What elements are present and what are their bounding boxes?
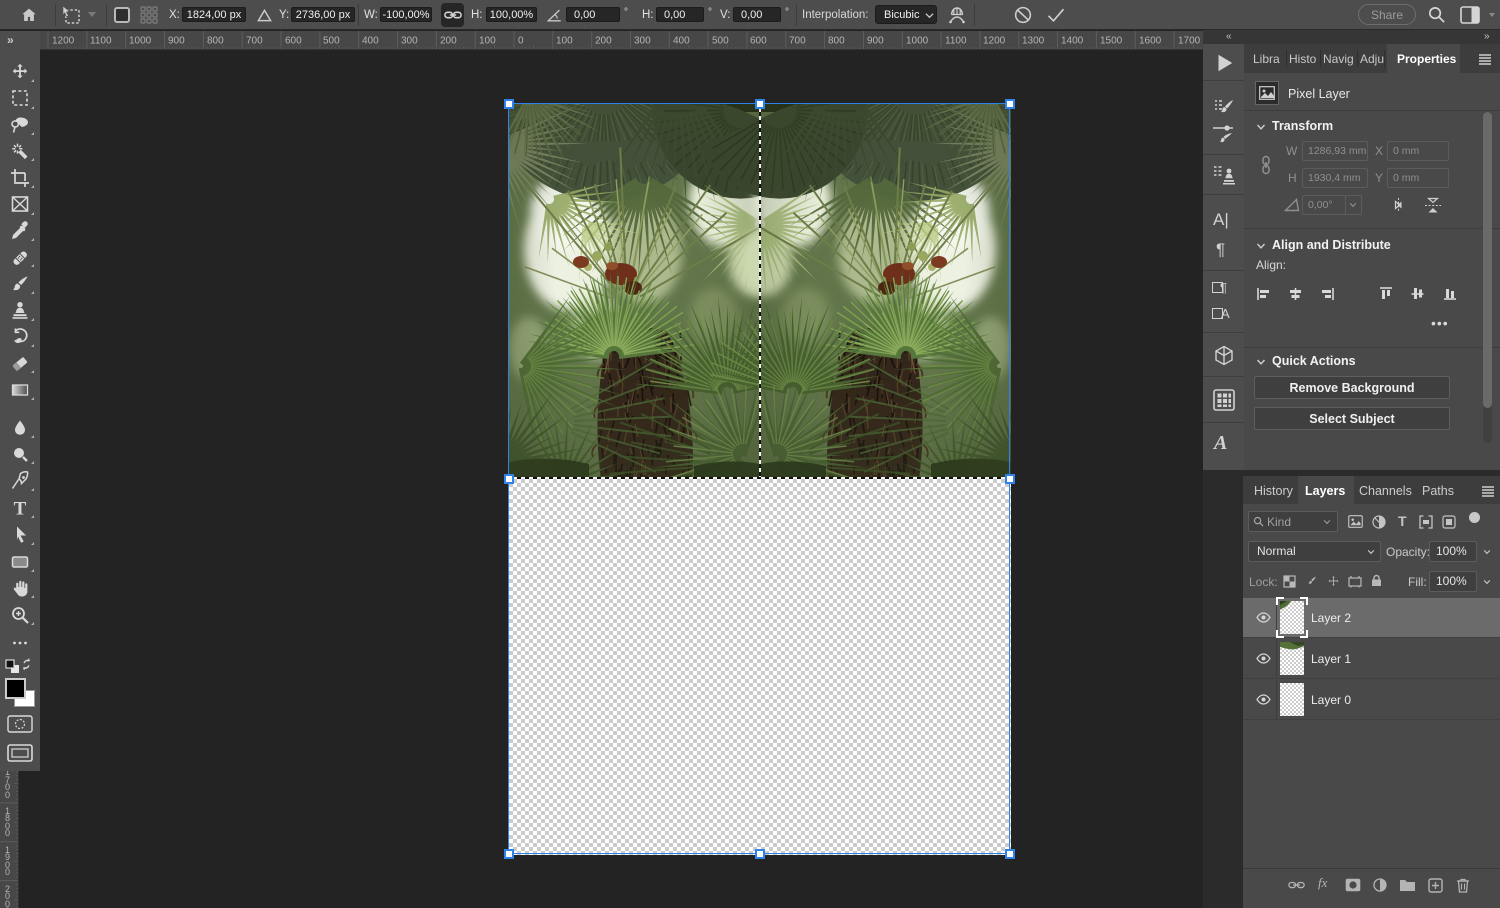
svg-text:1000: 1000: [129, 36, 152, 47]
svg-text:1400: 1400: [1061, 36, 1084, 47]
svg-text:600: 600: [750, 36, 767, 47]
svg-text:900: 900: [867, 36, 884, 47]
svg-text:800: 800: [828, 36, 845, 47]
svg-text:700: 700: [246, 36, 263, 47]
svg-text:1500: 1500: [1100, 36, 1123, 47]
svg-text:300: 300: [401, 36, 418, 47]
svg-text:500: 500: [323, 36, 340, 47]
svg-text:T: T: [14, 499, 27, 520]
svg-text:0: 0: [5, 828, 10, 838]
svg-text:200: 200: [595, 36, 612, 47]
svg-text:200: 200: [440, 36, 457, 47]
svg-text:100: 100: [479, 36, 496, 47]
svg-text:1000: 1000: [906, 36, 929, 47]
svg-text:0: 0: [518, 36, 524, 47]
svg-text:1200: 1200: [983, 36, 1006, 47]
svg-text:400: 400: [362, 36, 379, 47]
svg-text:1700: 1700: [1178, 36, 1201, 47]
svg-text:1200: 1200: [52, 36, 75, 47]
svg-text:900: 900: [168, 36, 185, 47]
svg-text:100: 100: [556, 36, 573, 47]
svg-text:300: 300: [634, 36, 651, 47]
svg-text:1600: 1600: [1139, 36, 1162, 47]
svg-text:0: 0: [5, 790, 10, 800]
svg-text:1100: 1100: [945, 36, 967, 47]
svg-text:800: 800: [207, 36, 224, 47]
svg-text:0: 0: [5, 867, 10, 877]
svg-text:600: 600: [285, 36, 302, 47]
svg-text:1300: 1300: [1022, 36, 1045, 47]
svg-text:400: 400: [673, 36, 690, 47]
svg-text:1100: 1100: [90, 36, 112, 47]
svg-text:700: 700: [789, 36, 806, 47]
svg-text:500: 500: [712, 36, 729, 47]
